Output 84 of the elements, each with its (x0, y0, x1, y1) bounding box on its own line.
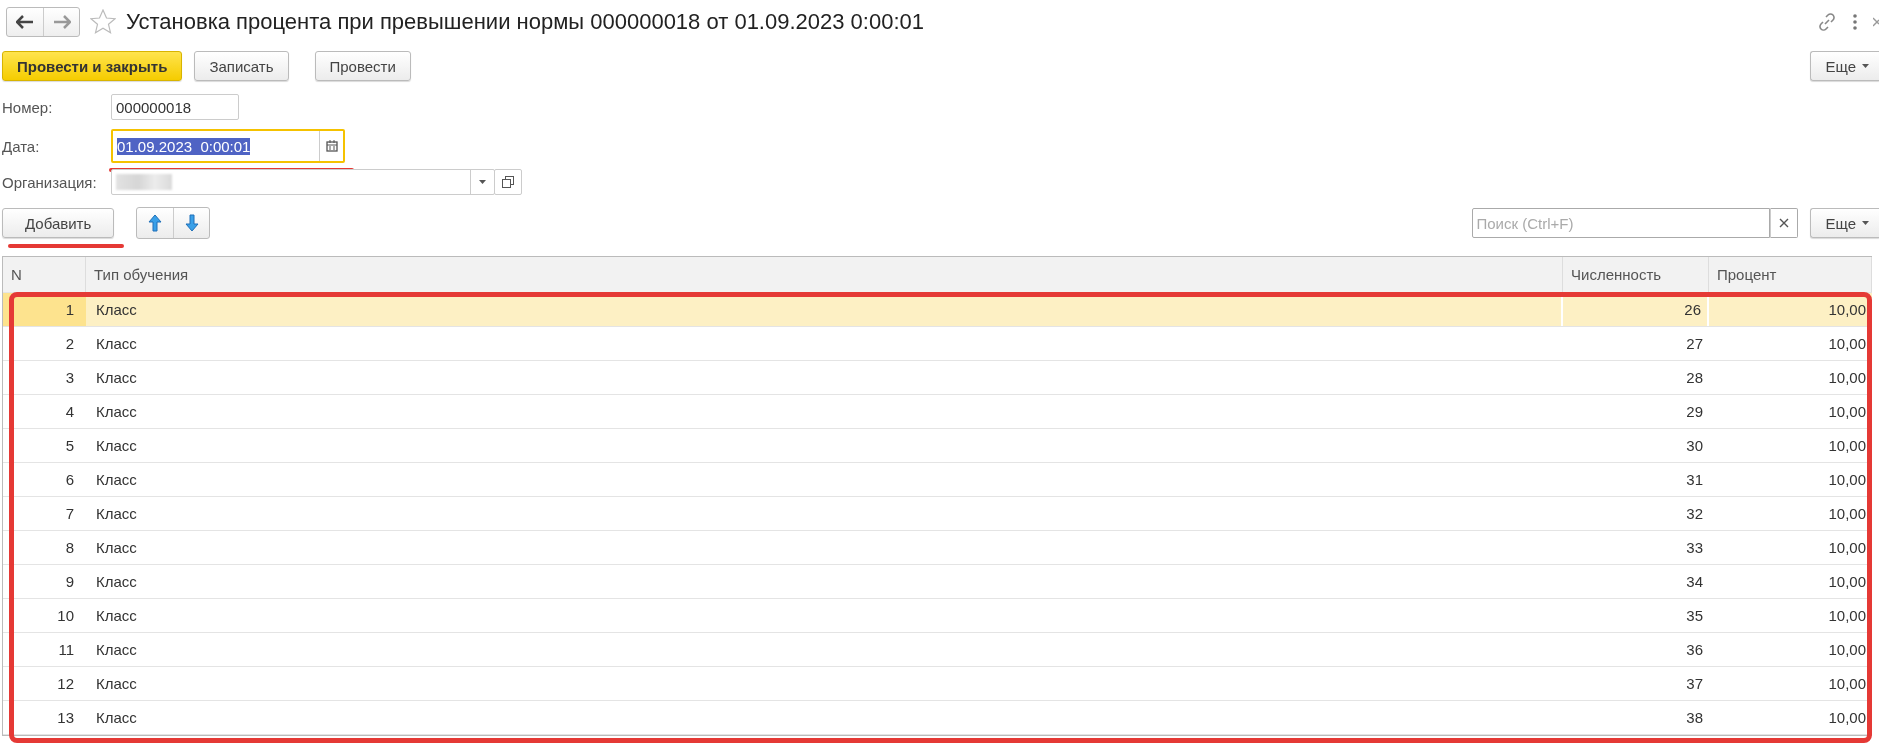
window-title: Установка процента при превышении нормы 000000018 от 01.09.2023 0:00:01 (126, 9, 924, 35)
caret-icon (1862, 221, 1869, 225)
down-arrow-icon (184, 214, 199, 232)
more-button[interactable]: Еще (1810, 208, 1879, 238)
table-cell-text: Класс (95, 436, 138, 456)
table-cell-text: 4 (64, 402, 75, 422)
table-cell-text: 10,00 (1827, 640, 1867, 660)
table-cell-text: Класс (95, 504, 138, 524)
link-icon (1817, 12, 1837, 32)
open-button[interactable] (494, 169, 522, 195)
menu-icon (1853, 14, 1857, 30)
date-field[interactable]: 01.09.2023 0:00:01 (111, 129, 345, 163)
table-cell-text: 12 (56, 674, 75, 694)
toolbar-button[interactable]: Провести и закрыть (2, 51, 183, 81)
table-cell-text: 11 (57, 640, 75, 660)
table-cell-text: 10,00 (1827, 368, 1867, 388)
table-cell-text: 10,00 (1827, 402, 1867, 422)
number-field[interactable]: 000000018 (111, 94, 239, 120)
dropdown-icon[interactable] (479, 180, 486, 184)
clear-icon (1779, 218, 1790, 228)
back-arrow-icon (16, 15, 34, 29)
table-cell-text: 38 (1685, 708, 1704, 728)
table-cell-text: Класс (95, 402, 138, 422)
table-cell-text: 13 (56, 708, 75, 728)
table-cell-text: 29 (1685, 402, 1704, 422)
table-cell-text: Класс (95, 538, 138, 558)
table-cell-text: 36 (1685, 640, 1704, 660)
field-label: Организация: (2, 173, 98, 191)
clear-button[interactable] (1770, 208, 1799, 238)
calendar-icon[interactable] (325, 140, 338, 152)
table-cell-text: 10,00 (1827, 300, 1867, 320)
table-cell-text: 10,00 (1827, 470, 1867, 490)
table-cell-text: Класс (95, 572, 138, 592)
table-cell-text: 35 (1685, 606, 1704, 626)
column-header[interactable]: Численность (1563, 257, 1709, 292)
table-cell-text: 10,00 (1827, 436, 1867, 456)
field-label: Дата: (2, 137, 41, 155)
table-cell-text: 33 (1685, 538, 1704, 558)
table-cell-text: 10,00 (1827, 674, 1867, 694)
table-cell-text: 10,00 (1827, 538, 1867, 558)
field-label: Номер: (2, 98, 54, 116)
table-cell-text: 31 (1685, 470, 1704, 490)
table-cell-text: Класс (95, 674, 138, 694)
search-field[interactable]: Поиск (Ctrl+F) (1472, 208, 1771, 238)
table-cell-text: Класс (95, 470, 138, 490)
table-cell-text: 30 (1685, 436, 1704, 456)
table-cell-text: 2 (64, 334, 75, 354)
table-cell-text: 10,00 (1827, 606, 1867, 626)
table-cell-text: Класс (95, 708, 138, 728)
close-icon (1873, 17, 1879, 27)
table-cell-text: Класс (95, 334, 138, 354)
table-cell-text: 7 (64, 504, 75, 524)
table-cell-text: 37 (1685, 674, 1704, 694)
table-cell-text: 8 (64, 538, 75, 558)
table-cell-text: 3 (64, 368, 75, 388)
table-cell-text: 32 (1685, 504, 1704, 524)
table-cell-text: 10 (56, 606, 75, 626)
table-cell-text: Класс (95, 368, 138, 388)
up-arrow-icon (148, 214, 163, 232)
table-cell-text: 10,00 (1827, 334, 1867, 354)
table-cell-text: 6 (64, 470, 75, 490)
column-header[interactable]: N (3, 257, 86, 292)
table-cell-text: 34 (1685, 572, 1704, 592)
table-cell-text: 10,00 (1827, 572, 1867, 592)
table-cell-text: 10,00 (1827, 708, 1867, 728)
toolbar-button[interactable]: Записать (194, 51, 289, 81)
caret-icon (1862, 64, 1869, 68)
more-button[interactable]: Еще (1810, 51, 1879, 81)
column-header[interactable]: Тип обучения (86, 257, 1563, 292)
table-cell-text: 27 (1685, 334, 1704, 354)
table-cell-text: 5 (64, 436, 75, 456)
table-cell-text: 10,00 (1827, 504, 1867, 524)
forward-arrow-icon (52, 15, 71, 29)
table-cell-text: 28 (1685, 368, 1704, 388)
open-window-icon (502, 176, 514, 188)
organization-field[interactable] (111, 169, 495, 195)
toolbar-button[interactable]: Провести (314, 51, 411, 81)
star-icon[interactable] (90, 9, 116, 35)
column-header[interactable]: Процент (1709, 257, 1872, 292)
blurred-value (116, 174, 172, 190)
add-button[interactable]: Добавить (2, 208, 115, 238)
table-cell-text: 9 (64, 572, 75, 592)
table-cell-text: Класс (95, 640, 138, 660)
table-cell-text: Класс (95, 606, 138, 626)
